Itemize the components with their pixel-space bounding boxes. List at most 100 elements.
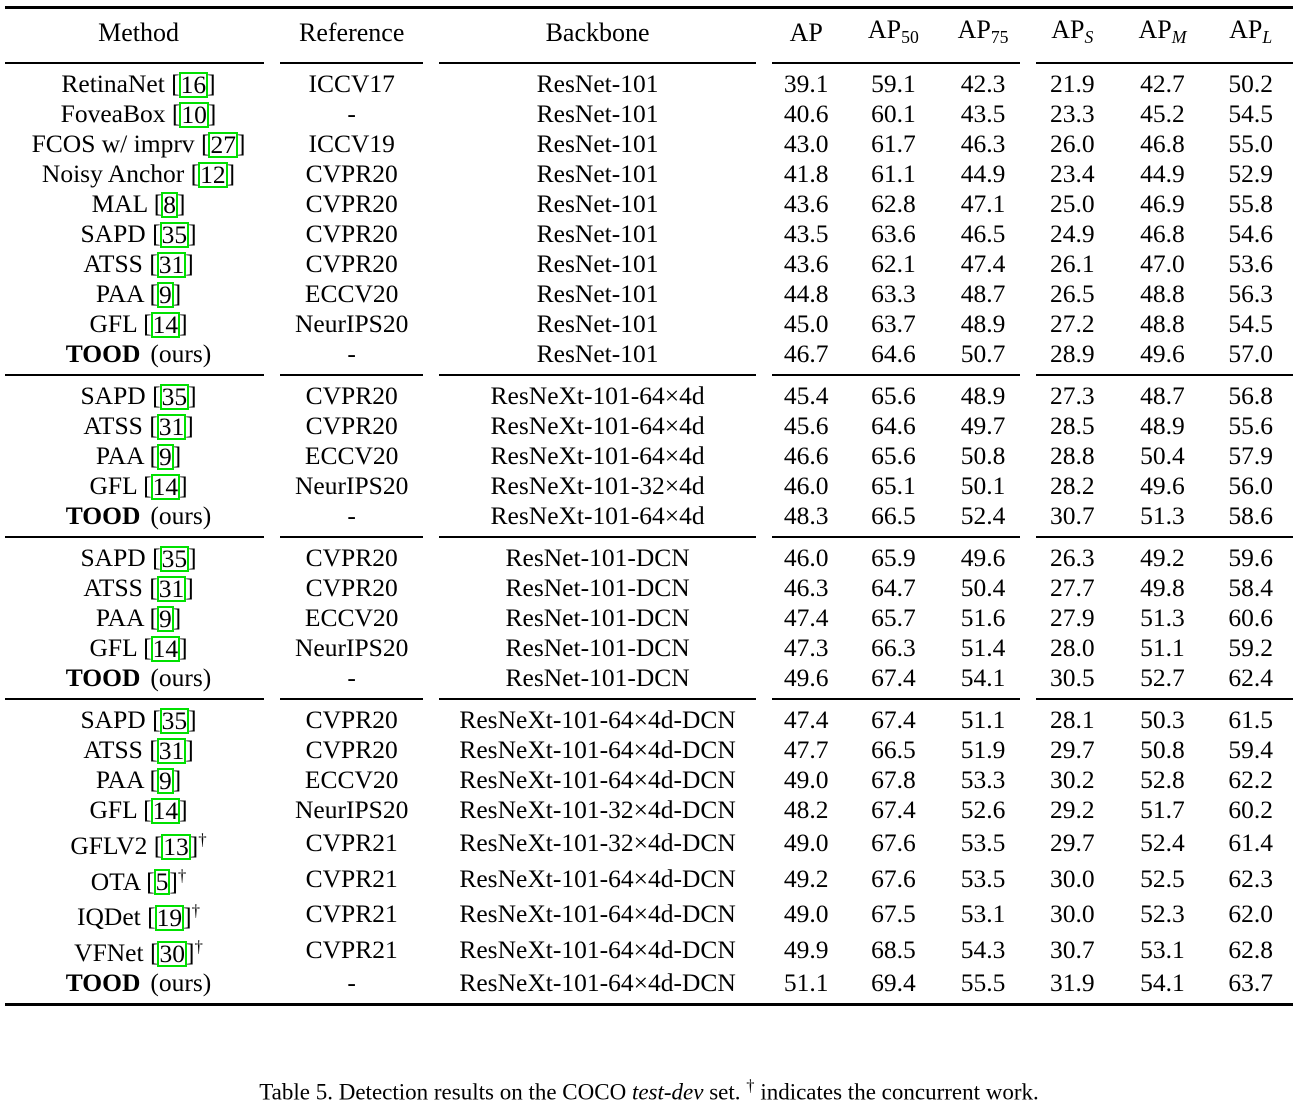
cell-aps: 30.2 — [1049, 764, 1095, 794]
citation-link[interactable]: 9 — [156, 444, 174, 470]
cmidrule-row — [5, 693, 1293, 705]
cell-apl: 62.0 — [1228, 899, 1273, 929]
cell-ap75: 53.3 — [960, 764, 1006, 794]
cell-backbone: ResNet-101 — [536, 68, 659, 98]
citation-link[interactable]: 14 — [150, 312, 181, 338]
cell-ap50: 64.7 — [871, 572, 916, 602]
cmidrule-segment — [5, 531, 272, 543]
cell-ap: 47.3 — [783, 632, 829, 662]
citation-link[interactable]: 35 — [159, 384, 190, 410]
citation-link[interactable]: 12 — [198, 162, 228, 188]
method-name: ATSS — [83, 734, 143, 764]
cmidrule-segment — [272, 531, 431, 543]
cell-ap50: 67.4 — [871, 662, 916, 692]
cell-apm: 49.6 — [1140, 470, 1185, 500]
cell-apm: 52.5 — [1140, 863, 1185, 893]
cmidrule-segment — [1028, 57, 1293, 69]
cell-apm: 51.3 — [1140, 602, 1185, 632]
citation-link[interactable]: 10 — [179, 102, 209, 128]
rule-segment — [439, 61, 756, 64]
citation-link[interactable]: 14 — [150, 636, 181, 662]
citation-link[interactable]: 14 — [150, 474, 181, 500]
citation-link[interactable]: 9 — [156, 606, 174, 632]
cell-method: ATSS [31] — [83, 410, 194, 441]
method-name: ATSS — [83, 248, 143, 278]
cell-apm: 48.7 — [1140, 380, 1185, 410]
citation-link[interactable]: 35 — [159, 222, 190, 248]
cell-apl: 60.6 — [1228, 602, 1273, 632]
cell-backbone: ResNet-101-DCN — [505, 632, 690, 662]
cell-apm: 42.7 — [1140, 68, 1185, 98]
citation-link[interactable]: 31 — [156, 414, 187, 440]
citation-link[interactable]: 13 — [161, 833, 191, 860]
citation-link[interactable]: 30 — [157, 941, 187, 967]
cell-ap75: 55.5 — [960, 967, 1006, 997]
table-row: GFL [14] NeurIPS20 ResNet-101 45.0 63.7 48.9 2… — [5, 309, 1293, 339]
cell-reference: CVPR21 — [305, 863, 398, 893]
citation-link[interactable]: 31 — [156, 576, 187, 602]
citation-link[interactable]: 35 — [159, 546, 190, 572]
cell-method: FCOS w/ imprv [27] — [31, 128, 246, 159]
cell-method: OTA [5]† — [90, 865, 187, 897]
method-name: TOOD — [65, 967, 141, 997]
cell-ap: 48.3 — [783, 500, 829, 530]
rule-segment — [5, 373, 265, 376]
cell-reference: - — [347, 500, 356, 530]
cell-ap: 44.8 — [783, 278, 829, 308]
cell-reference: - — [347, 98, 356, 128]
caption-middle: set. — [703, 1079, 747, 1105]
cell-method: GFL [14] — [89, 470, 188, 501]
citation-link[interactable]: 19 — [154, 905, 185, 932]
cell-ap50: 63.6 — [871, 218, 916, 248]
citation-link[interactable]: 5 — [153, 869, 171, 896]
cell-method: Noisy Anchor [12] — [41, 158, 236, 189]
cell-reference: CVPR20 — [305, 572, 398, 602]
cell-reference: NeurIPS20 — [295, 308, 409, 338]
cell-backbone: ResNeXt-101-64×4d — [490, 380, 705, 410]
caption-suffix: indicates the concurrent work. — [754, 1079, 1039, 1105]
cell-ap75: 51.4 — [960, 632, 1006, 662]
cell-ap50: 67.8 — [871, 764, 916, 794]
cell-apm: 51.7 — [1140, 794, 1185, 824]
cell-apm: 51.3 — [1140, 500, 1185, 530]
citation-link[interactable]: 35 — [159, 708, 190, 734]
cell-apl: 62.3 — [1228, 863, 1273, 893]
dagger-marker: † — [198, 829, 207, 849]
citation-link[interactable]: 14 — [150, 798, 181, 824]
citation-link[interactable]: 8 — [161, 192, 178, 218]
cell-aps: 31.9 — [1049, 967, 1095, 997]
cell-ap75: 43.5 — [960, 98, 1006, 128]
cell-ap75: 53.1 — [960, 899, 1006, 929]
cmidrule-segment — [272, 693, 431, 705]
table-row: SAPD [35] CVPR20 ResNet-101 43.5 63.6 46.5 24.… — [5, 219, 1293, 249]
cell-ap75: 51.9 — [960, 734, 1006, 764]
citation-link[interactable]: 27 — [208, 132, 238, 158]
cell-ap: 49.0 — [783, 899, 829, 929]
method-name: FoveaBox — [60, 98, 166, 128]
method-name: ATSS — [83, 410, 143, 440]
rule-segment — [280, 373, 424, 376]
cell-backbone: ResNeXt-101-64×4d-DCN — [459, 734, 736, 764]
method-name: FCOS w/ imprv — [31, 128, 195, 158]
citation-link[interactable]: 9 — [156, 282, 174, 308]
table-row: PAA [9] ECCV20 ResNeXt-101-64×4d-DCN 49.0 67… — [5, 765, 1293, 795]
cell-reference: NeurIPS20 — [295, 470, 409, 500]
cell-method: FoveaBox [10] — [60, 98, 217, 129]
column-header-apl: APL — [1208, 10, 1293, 57]
cell-apl: 53.6 — [1228, 248, 1273, 278]
citation-link[interactable]: 16 — [178, 72, 209, 98]
cell-apm: 45.2 — [1140, 98, 1185, 128]
cell-method: PAA [9] — [95, 764, 182, 795]
cmidrule-segment — [272, 369, 431, 381]
table-row: RetinaNet [16] ICCV17 ResNet-101 39.1 59.1 42… — [5, 69, 1293, 99]
rule-segment — [280, 61, 424, 64]
citation-link[interactable]: 31 — [156, 252, 187, 278]
cell-ap75: 54.1 — [960, 662, 1006, 692]
cell-apl: 55.6 — [1228, 410, 1273, 440]
cell-apl: 59.2 — [1228, 632, 1273, 662]
cell-aps: 29.7 — [1049, 734, 1095, 764]
citation-link[interactable]: 31 — [156, 738, 187, 764]
cell-ap75: 49.6 — [960, 542, 1006, 572]
citation-link[interactable]: 9 — [156, 768, 174, 794]
column-header-apm: APM — [1117, 10, 1209, 57]
